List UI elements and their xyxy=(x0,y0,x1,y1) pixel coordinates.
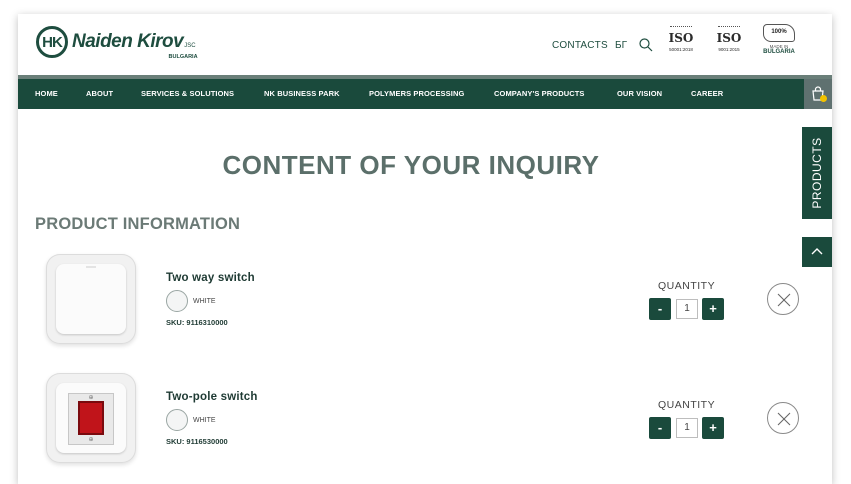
logo-name: Naiden Kirov xyxy=(72,31,184,52)
page: HK Naiden KirovJSC BULGARIA CONTACTS БГ … xyxy=(18,14,832,484)
remove-item-button[interactable] xyxy=(767,402,799,434)
products-side-tab[interactable]: PRODUCTS xyxy=(802,127,832,219)
browser-frame: HK Naiden KirovJSC BULGARIA CONTACTS БГ … xyxy=(0,0,851,484)
close-icon xyxy=(777,293,791,307)
search-icon[interactable] xyxy=(638,37,654,53)
logo-suffix: JSC xyxy=(184,43,196,49)
made-in-bulgaria-badge: 100% MADE IN BULGARIA xyxy=(757,24,801,60)
quantity-label: QUANTITY xyxy=(658,399,716,411)
nav-about[interactable]: ABOUT xyxy=(86,79,113,109)
brand-logo[interactable]: HK Naiden KirovJSC BULGARIA xyxy=(36,26,198,60)
product-image: ⊕ ⊕ xyxy=(46,373,136,463)
product-sku: SKU: 9116530000 xyxy=(166,437,228,446)
header: HK Naiden KirovJSC BULGARIA CONTACTS БГ … xyxy=(18,14,832,76)
red-rocker-switch xyxy=(78,401,104,435)
iso-9001-badge: ISO 9001:2015 xyxy=(707,26,751,62)
color-label: WHITE xyxy=(193,298,216,305)
iso-badge-standard: 50001:2018 xyxy=(669,47,693,52)
nav-career[interactable]: CAREER xyxy=(691,79,723,109)
logo-country: BULGARIA xyxy=(168,54,198,60)
product-name[interactable]: Two way switch xyxy=(166,272,255,284)
quantity-label: QUANTITY xyxy=(658,280,716,292)
nav-our-vision[interactable]: OUR VISION xyxy=(617,79,662,109)
color-swatch xyxy=(166,290,188,312)
iso-badge-text: ISO xyxy=(668,31,694,45)
nav-polymers[interactable]: POLYMERS PROCESSING xyxy=(369,79,464,109)
main-nav: HOME ABOUT SERVICES & SOLUTIONS NK BUSIN… xyxy=(18,79,832,109)
product-row: ⊕ ⊕ Two-pole switch WHITE SKU: 911653000… xyxy=(18,369,804,469)
product-name[interactable]: Two-pole switch xyxy=(166,391,258,403)
nav-services[interactable]: SERVICES & SOLUTIONS xyxy=(141,79,234,109)
iso-badge-text: ISO xyxy=(716,31,742,45)
chevron-up-icon xyxy=(811,248,823,255)
nav-home[interactable]: HOME xyxy=(35,79,58,109)
section-heading: PRODUCT INFORMATION xyxy=(35,215,241,233)
quantity-input[interactable]: 1 xyxy=(676,299,698,319)
language-switch[interactable]: БГ xyxy=(615,40,627,51)
scroll-top-button[interactable] xyxy=(802,237,832,267)
logo-text: Naiden KirovJSC BULGARIA xyxy=(72,31,198,60)
bulgaria-map-icon: 100% xyxy=(763,24,795,42)
quantity-input[interactable]: 1 xyxy=(676,418,698,438)
contacts-link[interactable]: CONTACTS xyxy=(552,40,608,51)
cart-notification-dot xyxy=(820,95,827,102)
close-icon xyxy=(777,412,791,426)
quantity-increase-button[interactable]: + xyxy=(702,417,724,439)
products-tab-label: PRODUCTS xyxy=(810,137,824,209)
quantity-decrease-button[interactable]: - xyxy=(649,298,671,320)
quantity-increase-button[interactable]: + xyxy=(702,298,724,320)
switch-led-slot xyxy=(86,266,96,268)
remove-item-button[interactable] xyxy=(767,283,799,315)
color-swatch xyxy=(166,409,188,431)
page-title: CONTENT OF YOUR INQUIRY xyxy=(222,150,600,180)
nav-company-products[interactable]: COMPANY'S PRODUCTS xyxy=(494,79,585,109)
color-label: WHITE xyxy=(193,417,216,424)
product-row: Two way switch WHITE SKU: 9116310000 QUA… xyxy=(18,250,804,350)
inquiry-cart-button[interactable] xyxy=(804,79,832,109)
product-image xyxy=(46,254,136,344)
product-sku: SKU: 9116310000 xyxy=(166,318,228,327)
quantity-decrease-button[interactable]: - xyxy=(649,417,671,439)
iso-badge-standard: 9001:2015 xyxy=(718,47,740,52)
made-in-country: BULGARIA xyxy=(763,49,795,55)
switch-plate xyxy=(56,264,126,334)
logo-mark: HK xyxy=(36,26,68,58)
nav-business-park[interactable]: NK BUSINESS PARK xyxy=(264,79,340,109)
iso-50001-badge: ISO 50001:2018 xyxy=(659,26,703,62)
screw-icon: ⊕ xyxy=(88,437,94,443)
